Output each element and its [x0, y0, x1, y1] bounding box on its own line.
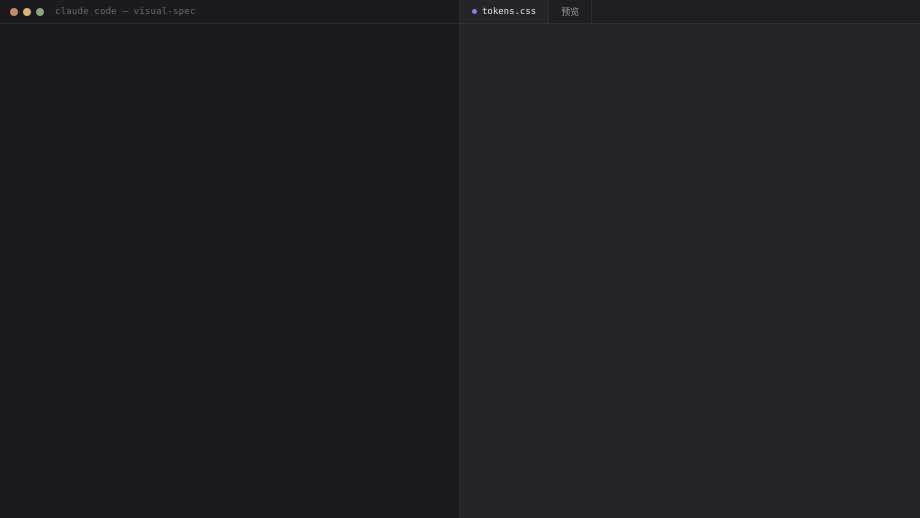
minimize-window-icon[interactable] [23, 7, 31, 16]
tab-tokens-css[interactable]: tokens.css [460, 0, 550, 23]
terminal-pane: claude code — visual-spec [0, 0, 459, 518]
app-window: claude code — visual-spec tokens.css 预览 [0, 0, 920, 518]
editor-pane: tokens.css 预览 [460, 0, 920, 518]
modified-dot-icon [472, 9, 477, 14]
window-title: claude code — visual-spec [55, 6, 196, 17]
editor-body[interactable] [460, 24, 920, 518]
tab-preview[interactable]: 预览 [549, 0, 593, 23]
editor-tab-bar: tokens.css 预览 [460, 0, 920, 24]
tab-label: 预览 [561, 8, 580, 18]
terminal-body[interactable] [0, 24, 459, 518]
tab-label: tokens.css [482, 6, 537, 17]
title-bar: claude code — visual-spec [0, 0, 459, 24]
maximize-window-icon[interactable] [36, 7, 44, 16]
close-window-icon[interactable] [10, 7, 18, 16]
